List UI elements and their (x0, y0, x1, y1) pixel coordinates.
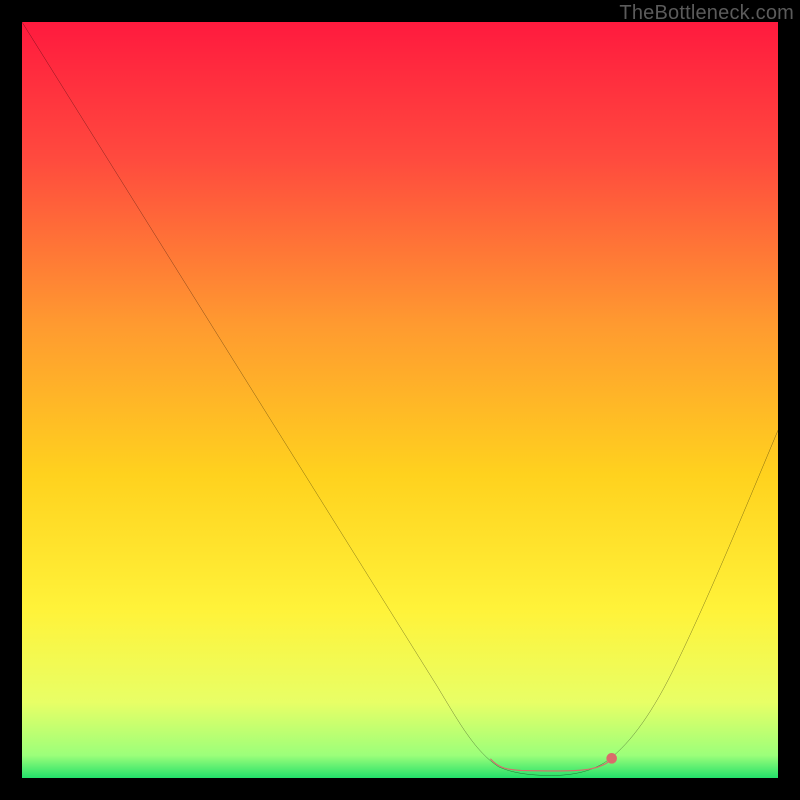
optimal-zone-marker (22, 22, 778, 778)
watermark-text: TheBottleneck.com (619, 2, 794, 25)
chart-frame: TheBottleneck.com (0, 0, 800, 800)
plot-area (22, 22, 778, 778)
